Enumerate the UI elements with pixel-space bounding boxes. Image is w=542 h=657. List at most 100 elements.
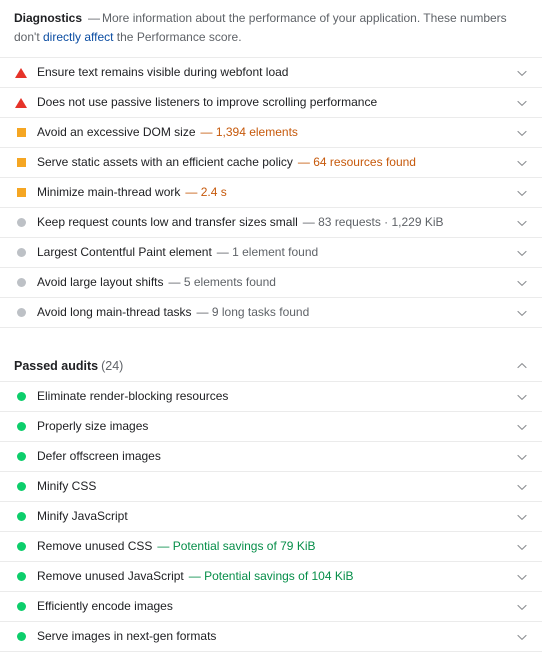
audit-title: Avoid long main-thread tasks bbox=[37, 305, 192, 319]
audit-text: Ensure text remains visible during webfo… bbox=[37, 65, 508, 80]
audit-text: Serve static assets with an efficient ca… bbox=[37, 155, 508, 170]
chevron-down-icon[interactable] bbox=[516, 277, 528, 289]
lighthouse-performance-report: Diagnostics — More information about the p… bbox=[0, 0, 542, 652]
audit-value: — 9 long tasks found bbox=[196, 305, 310, 319]
circle-icon-glyph bbox=[16, 602, 26, 611]
circle-icon bbox=[14, 420, 28, 434]
audit-title: Efficiently encode images bbox=[37, 599, 173, 613]
audit-row[interactable]: Remove unused JavaScript — Potential savi… bbox=[0, 562, 542, 592]
chevron-down-icon[interactable] bbox=[516, 631, 528, 643]
chevron-down-icon[interactable] bbox=[516, 157, 528, 169]
audit-row[interactable]: Avoid long main-thread tasks — 9 long tas… bbox=[0, 298, 542, 328]
chevron-down-icon[interactable] bbox=[516, 187, 528, 199]
audit-text: Eliminate render-blocking resources bbox=[37, 389, 508, 404]
circle-icon-glyph bbox=[16, 452, 26, 461]
square-icon-glyph bbox=[16, 158, 26, 167]
diagnostics-dash: — bbox=[88, 11, 101, 25]
audit-title: Eliminate render-blocking resources bbox=[37, 389, 229, 403]
warning-triangle-icon-glyph bbox=[15, 97, 27, 108]
audit-row[interactable]: Serve images in next-gen formats bbox=[0, 622, 542, 652]
audit-title: Avoid an excessive DOM size bbox=[37, 125, 196, 139]
audit-row[interactable]: Avoid an excessive DOM size — 1,394 eleme… bbox=[0, 118, 542, 148]
audit-text: Efficiently encode images bbox=[37, 599, 508, 614]
audit-title: Ensure text remains visible during webfo… bbox=[37, 65, 289, 79]
chevron-down-icon[interactable] bbox=[516, 307, 528, 319]
audit-text: Remove unused JavaScript — Potential savi… bbox=[37, 569, 508, 584]
passed-audits-count: (24) bbox=[101, 359, 124, 373]
audit-row[interactable]: Properly size images bbox=[0, 412, 542, 442]
chevron-down-icon[interactable] bbox=[516, 97, 528, 109]
directly-affect-link[interactable]: directly affect bbox=[43, 30, 113, 44]
circle-icon bbox=[14, 480, 28, 494]
audit-text: Avoid large layout shifts — 5 elements fo… bbox=[37, 275, 508, 290]
chevron-down-icon[interactable] bbox=[516, 451, 528, 463]
square-icon bbox=[14, 186, 28, 200]
audit-row[interactable]: Ensure text remains visible during webfo… bbox=[0, 58, 542, 88]
audit-title: Properly size images bbox=[37, 419, 149, 433]
circle-icon bbox=[14, 630, 28, 644]
audit-row[interactable]: Minify CSS bbox=[0, 472, 542, 502]
audit-value: — 5 elements found bbox=[168, 275, 276, 289]
circle-icon-glyph bbox=[16, 482, 26, 491]
chevron-down-icon[interactable] bbox=[516, 391, 528, 403]
audit-title: Largest Contentful Paint element bbox=[37, 245, 212, 259]
square-icon-glyph bbox=[16, 128, 26, 137]
chevron-down-icon[interactable] bbox=[516, 247, 528, 259]
chevron-down-icon[interactable] bbox=[516, 67, 528, 79]
chevron-down-icon[interactable] bbox=[516, 571, 528, 583]
circle-icon-glyph bbox=[16, 422, 26, 431]
chevron-up-icon[interactable] bbox=[516, 360, 528, 372]
audit-row[interactable]: Eliminate render-blocking resources bbox=[0, 382, 542, 412]
circle-icon bbox=[14, 306, 28, 320]
chevron-down-icon[interactable] bbox=[516, 601, 528, 613]
audit-value: — 1,394 elements bbox=[200, 125, 298, 139]
square-icon bbox=[14, 126, 28, 140]
warning-triangle-icon bbox=[14, 96, 28, 110]
diagnostics-header: Diagnostics — More information about the p… bbox=[0, 0, 542, 57]
circle-icon bbox=[14, 450, 28, 464]
audit-row[interactable]: Minify JavaScript bbox=[0, 502, 542, 532]
audit-row[interactable]: Defer offscreen images bbox=[0, 442, 542, 472]
chevron-down-icon[interactable] bbox=[516, 511, 528, 523]
circle-icon-glyph bbox=[16, 572, 26, 581]
audit-text: Avoid an excessive DOM size — 1,394 eleme… bbox=[37, 125, 508, 140]
audit-title: Minimize main-thread work bbox=[37, 185, 181, 199]
audit-value: — Potential savings of 79 KiB bbox=[157, 539, 316, 553]
audit-value: — 83 requests · 1,229 KiB bbox=[302, 215, 444, 229]
audit-value: — 1 element found bbox=[216, 245, 319, 259]
audit-row[interactable]: Does not use passive listeners to improv… bbox=[0, 88, 542, 118]
passed-audits-header[interactable]: Passed audits (24) bbox=[0, 351, 542, 381]
audit-text: Properly size images bbox=[37, 419, 508, 434]
audit-text: Keep request counts low and transfer siz… bbox=[37, 215, 508, 230]
audit-value: — Potential savings of 104 KiB bbox=[188, 569, 354, 583]
diagnostics-audit-list: Ensure text remains visible during webfo… bbox=[0, 57, 542, 328]
chevron-down-icon[interactable] bbox=[516, 421, 528, 433]
audit-text: Defer offscreen images bbox=[37, 449, 508, 464]
audit-row[interactable]: Avoid large layout shifts — 5 elements fo… bbox=[0, 268, 542, 298]
audit-text: Minimize main-thread work — 2.4 s bbox=[37, 185, 508, 200]
audit-row[interactable]: Serve static assets with an efficient ca… bbox=[0, 148, 542, 178]
chevron-down-icon[interactable] bbox=[516, 481, 528, 493]
square-icon-glyph bbox=[16, 188, 26, 197]
audit-title: Minify JavaScript bbox=[37, 509, 128, 523]
circle-icon bbox=[14, 510, 28, 524]
audit-row[interactable]: Minimize main-thread work — 2.4 s bbox=[0, 178, 542, 208]
audit-title: Avoid large layout shifts bbox=[37, 275, 164, 289]
circle-icon-glyph bbox=[16, 542, 26, 551]
audit-row[interactable]: Keep request counts low and transfer siz… bbox=[0, 208, 542, 238]
diagnostics-description-part2: the Performance score. bbox=[113, 30, 242, 44]
audit-row[interactable]: Remove unused CSS — Potential savings of … bbox=[0, 532, 542, 562]
chevron-down-icon[interactable] bbox=[516, 127, 528, 139]
audit-title: Does not use passive listeners to improv… bbox=[37, 95, 378, 109]
circle-icon bbox=[14, 246, 28, 260]
chevron-down-icon[interactable] bbox=[516, 541, 528, 553]
audit-row[interactable]: Largest Contentful Paint element — 1 elem… bbox=[0, 238, 542, 268]
chevron-down-icon[interactable] bbox=[516, 217, 528, 229]
warning-triangle-icon-glyph bbox=[15, 67, 27, 78]
audit-text: Minify CSS bbox=[37, 479, 508, 494]
circle-icon-glyph bbox=[16, 278, 26, 287]
audit-row[interactable]: Efficiently encode images bbox=[0, 592, 542, 622]
audit-text: Largest Contentful Paint element — 1 elem… bbox=[37, 245, 508, 260]
circle-icon-glyph bbox=[16, 308, 26, 317]
